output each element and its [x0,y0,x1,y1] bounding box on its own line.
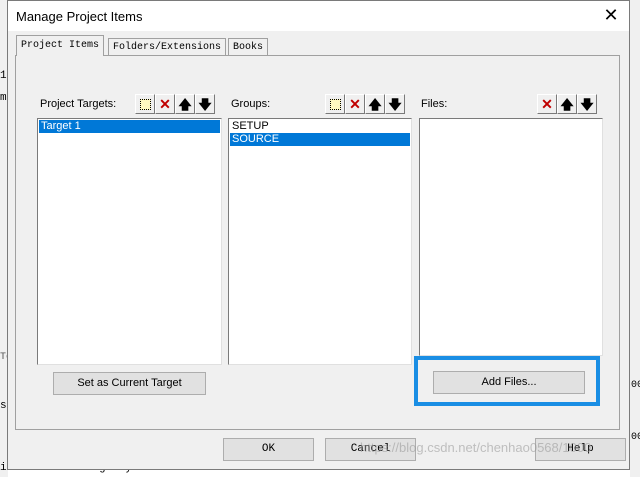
move-group-up-button[interactable]: 🡅 [365,94,385,114]
move-file-down-button[interactable]: 🡇 [577,94,597,114]
delete-target-button[interactable]: ✕ [155,94,175,114]
dialog-title: Manage Project Items [16,9,143,24]
background-right-strip [630,0,640,477]
tab-project-items[interactable]: Project Items [16,35,105,56]
watermark: https://blog.csdn.net/chenhao0568/1000 [360,440,592,455]
list-item[interactable]: SOURCE [230,133,410,146]
list-item[interactable]: Target 1 [39,120,220,133]
groups-label: Groups: [231,98,271,110]
new-item-icon [329,98,341,110]
background-text: 00 [631,432,640,443]
targets-list[interactable]: Target 1 [37,118,222,365]
title-bar: Manage Project Items ✕ [8,1,629,31]
move-target-down-button[interactable]: 🡇 [195,94,215,114]
arrow-down-icon: 🡇 [580,96,594,112]
list-item[interactable]: SETUP [230,120,410,133]
tab-folders-extensions[interactable]: Folders/Extensions [108,38,227,55]
arrow-up-icon: 🡅 [560,96,574,112]
delete-icon: ✕ [159,96,171,112]
background-text: 00 [631,380,640,391]
delete-icon: ✕ [541,96,553,112]
ok-button[interactable]: OK [223,438,314,461]
arrow-down-icon: 🡇 [388,96,402,112]
files-label: Files: [421,98,448,110]
groups-list[interactable]: SETUP SOURCE [228,118,412,365]
close-icon[interactable]: ✕ [601,5,621,25]
new-target-button[interactable] [135,94,155,114]
arrow-down-icon: 🡇 [198,96,212,112]
files-toolbar: ✕ 🡅 🡇 [537,94,597,114]
set-current-target-button[interactable]: Set as Current Target [53,372,206,395]
targets-toolbar: ✕ 🡅 🡇 [135,94,215,114]
move-target-up-button[interactable]: 🡅 [175,94,195,114]
move-group-down-button[interactable]: 🡇 [385,94,405,114]
background-text: m [0,92,7,104]
delete-group-button[interactable]: ✕ [345,94,365,114]
arrow-up-icon: 🡅 [178,96,192,112]
new-group-button[interactable] [325,94,345,114]
groups-toolbar: ✕ 🡅 🡇 [325,94,405,114]
delete-file-button[interactable]: ✕ [537,94,557,114]
move-file-up-button[interactable]: 🡅 [557,94,577,114]
files-list[interactable] [419,118,603,356]
add-files-button[interactable]: Add Files... [433,371,585,394]
new-item-icon [139,98,151,110]
background-text: 1 [0,70,7,82]
tab-books[interactable]: Books [228,38,269,55]
arrow-up-icon: 🡅 [368,96,382,112]
project-targets-label: Project Targets: [40,98,117,110]
delete-icon: ✕ [349,96,361,112]
